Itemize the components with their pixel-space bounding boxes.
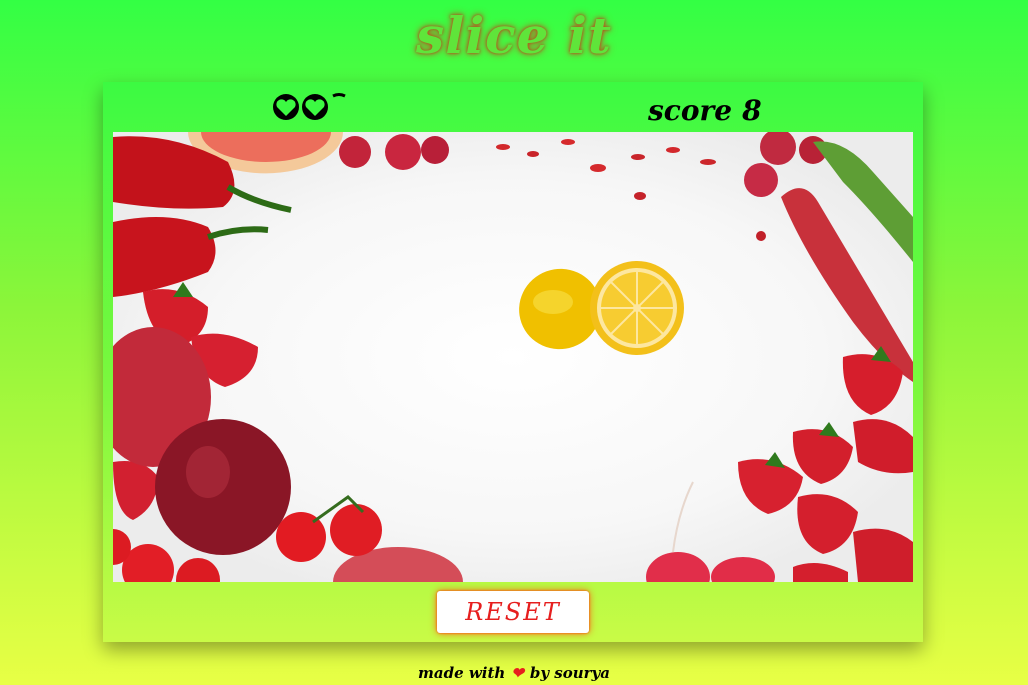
heart-icon: ❤ xyxy=(511,664,524,682)
red-pepper xyxy=(113,217,269,297)
reset-button[interactable]: RESET xyxy=(437,591,589,633)
rhubarb xyxy=(781,141,913,382)
score-value: 8 xyxy=(742,94,762,127)
score-display: score 8 xyxy=(648,94,762,127)
score-label: score xyxy=(648,94,733,127)
lost-life-mark xyxy=(332,93,346,98)
lemon-sliced[interactable] xyxy=(508,257,684,360)
raspberries xyxy=(339,132,827,197)
footer-credit: made with ❤ by sourya xyxy=(0,664,1028,682)
game-board[interactable] xyxy=(113,132,913,582)
goji-berries xyxy=(496,139,766,241)
footer-suffix: by sourya xyxy=(529,664,610,682)
game-title: slice it xyxy=(416,6,612,65)
footer-prefix: made with xyxy=(418,664,506,682)
game-panel: score 8 RESET xyxy=(103,82,923,642)
heart-outline-icon xyxy=(302,94,328,120)
lives-indicator xyxy=(271,90,351,124)
heart-outline-icon xyxy=(273,94,299,120)
